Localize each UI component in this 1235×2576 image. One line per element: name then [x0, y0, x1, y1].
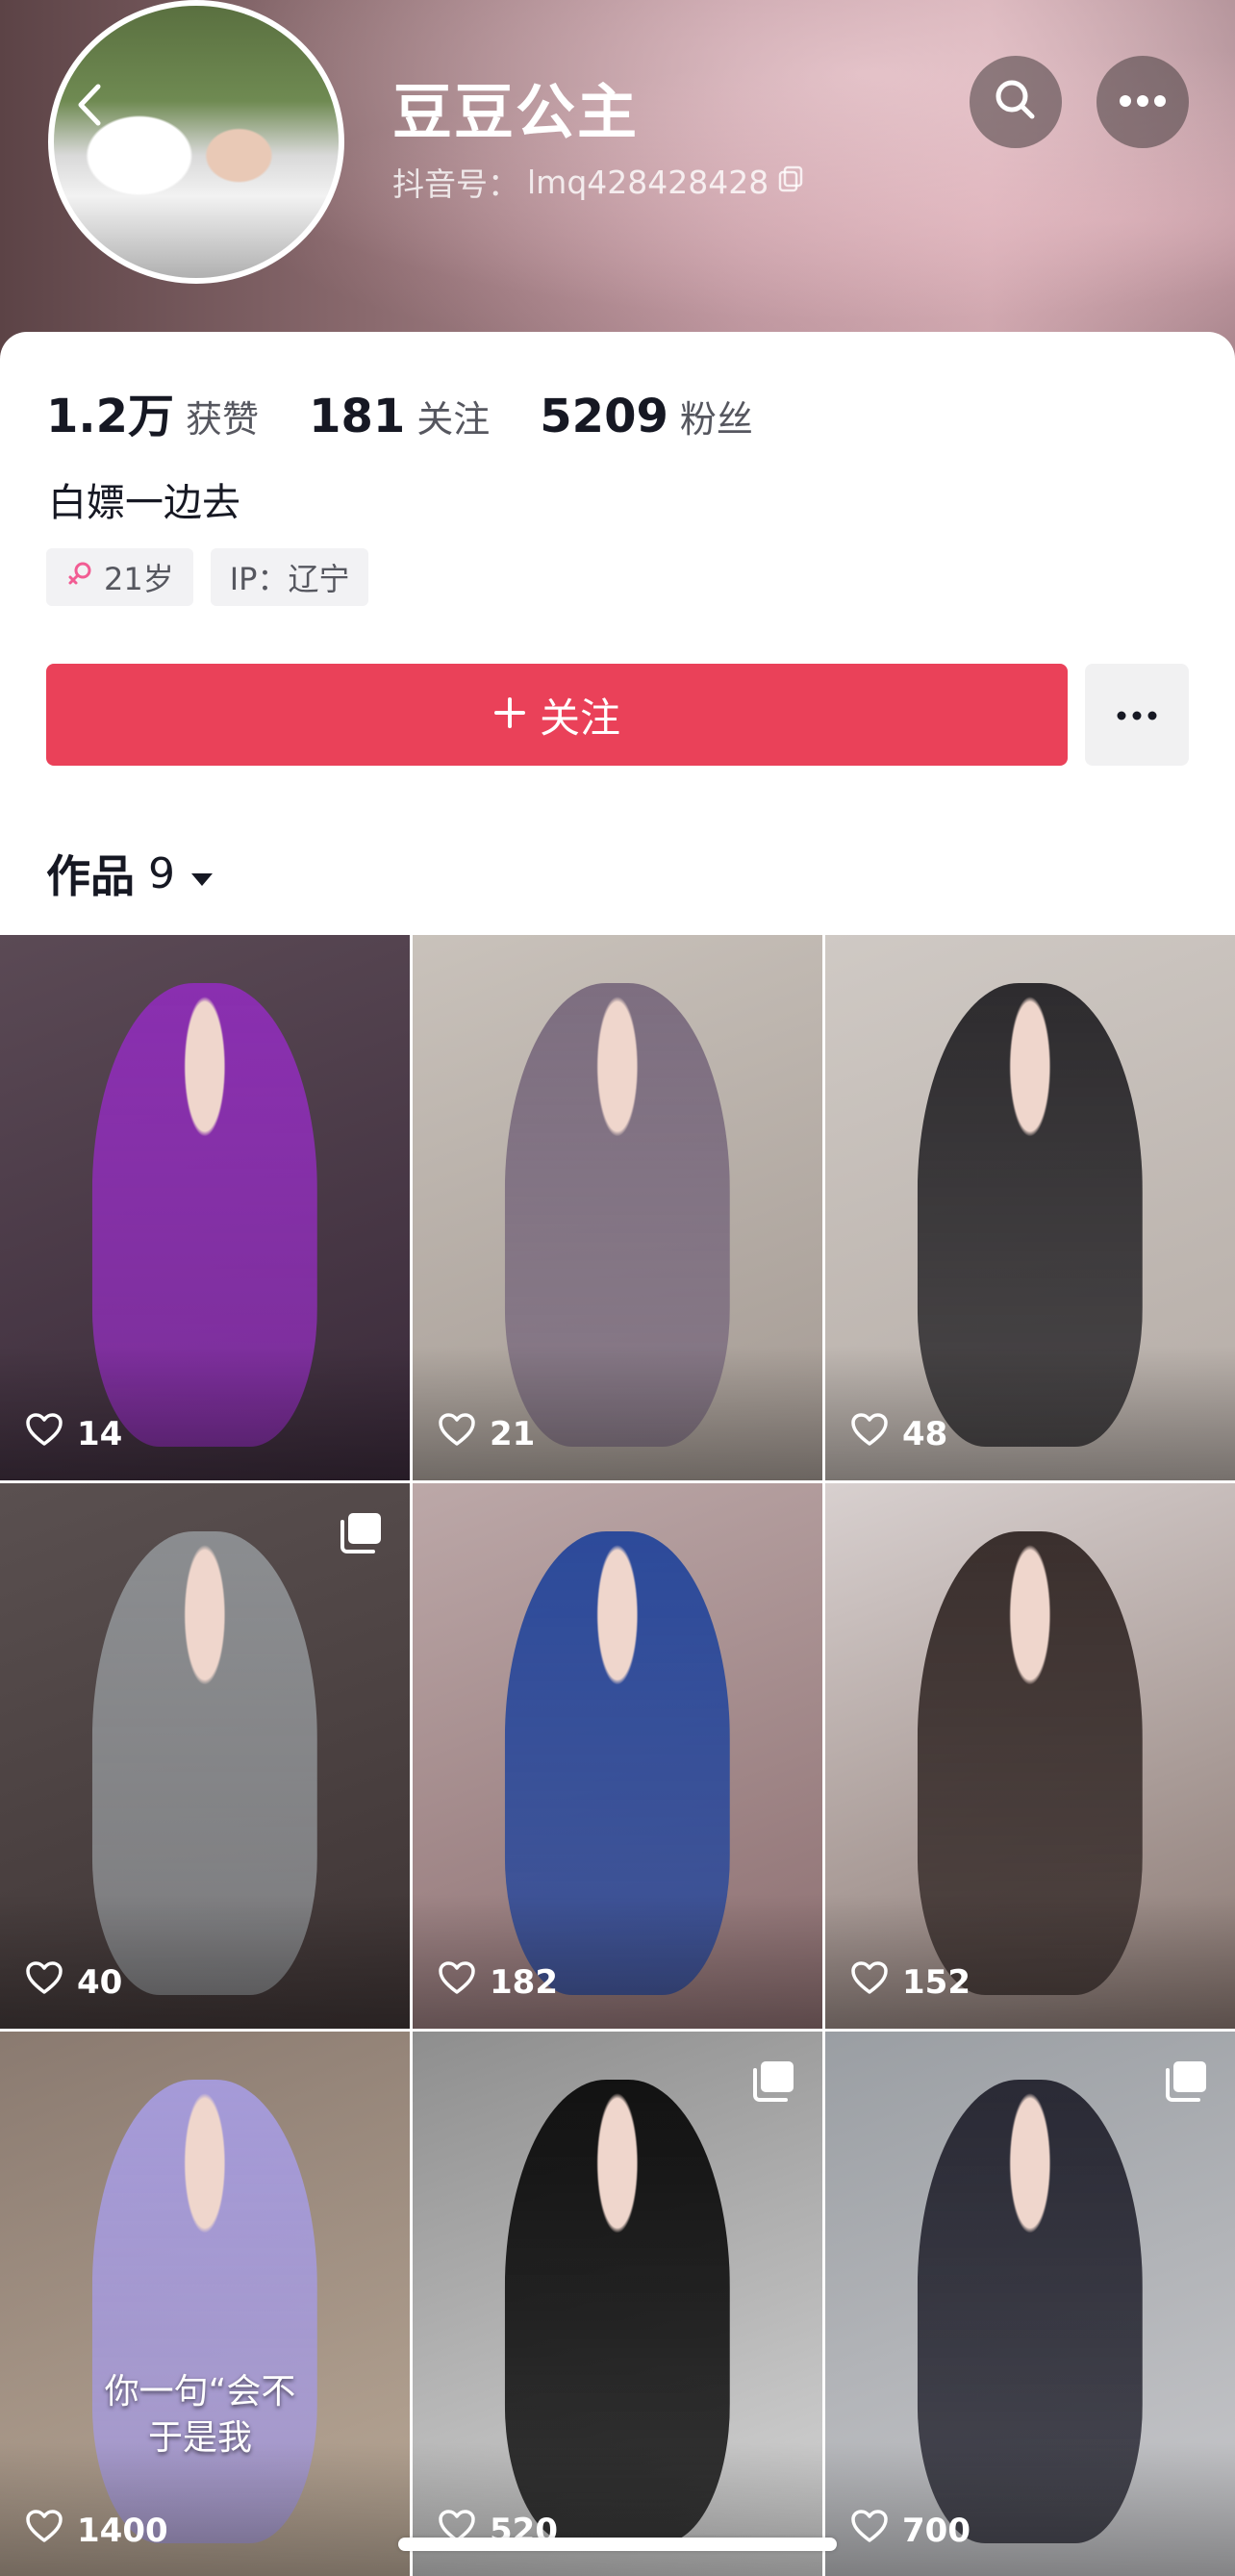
stat-label: 粉丝	[679, 398, 753, 441]
profile-stats: 1.2万 获赞 181 关注 5209 粉丝	[46, 378, 803, 445]
more-horizontal-icon	[1116, 706, 1158, 724]
video-tile[interactable]: 152	[825, 1483, 1235, 2029]
multi-image-icon	[749, 2058, 797, 2107]
video-tile[interactable]: 48	[825, 935, 1235, 1480]
heart-icon	[438, 1960, 476, 2004]
ip-tag: IP：辽宁	[210, 548, 369, 606]
multi-image-icon	[1162, 2058, 1210, 2107]
stat-following[interactable]: 181 关注	[309, 390, 490, 443]
works-tab[interactable]: 作品 9	[46, 842, 215, 905]
like-count: 182	[438, 1960, 558, 2004]
avatar[interactable]	[48, 0, 344, 284]
heart-icon	[25, 1412, 63, 1455]
stat-label: 关注	[416, 398, 491, 441]
douyin-id-value: lmq428428428	[527, 163, 769, 201]
age-label: 21岁	[104, 561, 174, 597]
caret-down-icon	[189, 847, 215, 899]
home-indicator	[398, 2538, 837, 2551]
profile-name: 豆豆公主	[392, 77, 640, 147]
caption-line: 你一句“会不	[104, 2372, 296, 2412]
more-horizontal-icon	[1119, 93, 1167, 112]
douyin-id: 抖音号： lmq428428428	[392, 159, 805, 205]
stat-label: 获赞	[186, 398, 260, 441]
like-value: 1400	[77, 2511, 168, 2550]
like-count: 48	[850, 1412, 947, 1455]
video-tile[interactable]: 700	[825, 2032, 1235, 2576]
like-value: 152	[902, 1962, 970, 2002]
profile-tags: 21岁 IP：辽宁	[46, 548, 369, 606]
video-tile[interactable]: 520	[413, 2032, 822, 2576]
video-grid: 14 21 48 40 182 152 你一句“会不 于是我 1400 520 700	[0, 935, 1235, 2576]
like-count: 700	[850, 2509, 970, 2552]
heart-icon	[25, 2509, 63, 2552]
copy-icon[interactable]	[776, 164, 805, 201]
video-caption-overlay: 你一句“会不 于是我	[27, 2369, 373, 2462]
like-value: 700	[902, 2511, 970, 2550]
plus-icon	[493, 692, 526, 739]
like-count: 14	[25, 1412, 122, 1455]
like-value: 40	[77, 1962, 123, 2002]
like-count: 152	[850, 1960, 970, 2004]
stat-followers[interactable]: 5209 粉丝	[540, 390, 753, 443]
works-label: 作品	[46, 850, 135, 902]
heart-icon	[438, 1412, 476, 1455]
like-count: 40	[25, 1960, 122, 2004]
like-value: 182	[490, 1962, 558, 2002]
like-value: 21	[490, 1414, 536, 1453]
heart-icon	[850, 1412, 889, 1455]
follow-label: 关注	[539, 694, 620, 742]
like-count: 21	[438, 1412, 535, 1455]
female-icon	[65, 559, 94, 595]
douyin-id-label: 抖音号：	[392, 165, 519, 203]
profile-info-card: 1.2万 获赞 181 关注 5209 粉丝 白嫖一边去 21岁 IP：辽宁 关…	[0, 332, 1235, 933]
like-count: 1400	[25, 2509, 168, 2552]
works-count: 9	[148, 848, 175, 898]
heart-icon	[25, 1960, 63, 2004]
multi-image-icon	[337, 1510, 385, 1558]
heart-icon	[850, 2509, 889, 2552]
like-value: 14	[77, 1414, 123, 1453]
heart-icon	[850, 1960, 889, 2004]
stat-likes[interactable]: 1.2万 获赞	[46, 378, 259, 445]
video-tile[interactable]: 14	[0, 935, 410, 1480]
stat-value: 5209	[540, 390, 668, 443]
more-actions-button[interactable]	[1085, 664, 1189, 766]
ip-label: IP：辽宁	[229, 561, 350, 597]
search-button[interactable]	[970, 56, 1062, 148]
caption-line: 于是我	[147, 2418, 252, 2458]
follow-button[interactable]: 关注	[46, 664, 1068, 766]
stat-value: 1.2万	[46, 390, 175, 443]
video-tile[interactable]: 你一句“会不 于是我 1400	[0, 2032, 410, 2576]
age-tag: 21岁	[46, 548, 193, 606]
video-tile[interactable]: 182	[413, 1483, 822, 2029]
more-options-button[interactable]	[1096, 56, 1189, 148]
stat-value: 181	[309, 390, 406, 443]
chevron-left-icon[interactable]	[69, 81, 108, 129]
video-tile[interactable]: 21	[413, 935, 822, 1480]
search-icon	[992, 76, 1040, 128]
profile-bio: 白嫖一边去	[48, 481, 240, 525]
like-value: 48	[902, 1414, 948, 1453]
video-tile[interactable]: 40	[0, 1483, 410, 2029]
